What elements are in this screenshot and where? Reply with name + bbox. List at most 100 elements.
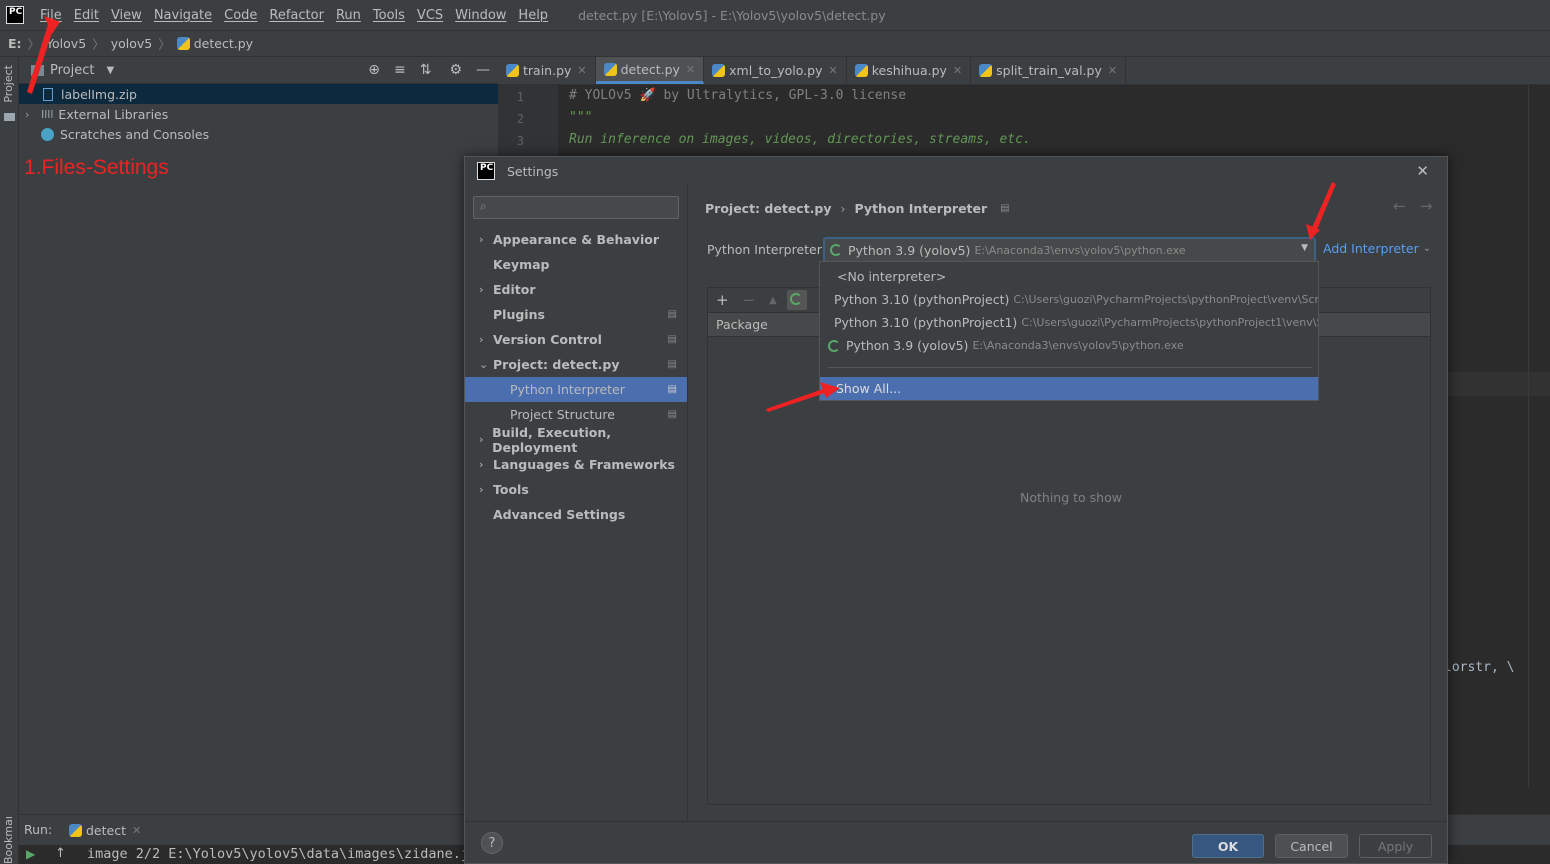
sidebar-item-appearance[interactable]: › Appearance & Behavior	[465, 227, 687, 252]
project-scope-icon: ▤	[667, 409, 677, 420]
tree-item-label: Scratches and Consoles	[60, 126, 210, 142]
close-icon[interactable]: ✕	[953, 64, 962, 77]
sidebar-item-project-structure[interactable]: Project Structure ▤	[465, 402, 687, 427]
menu-code[interactable]: Code	[224, 8, 257, 23]
dialog-footer: ? OK Cancel Apply	[465, 821, 1447, 863]
code-line-partial[interactable]: lorstr, \	[1444, 660, 1514, 675]
close-icon[interactable]: ✕	[686, 63, 695, 76]
chevron-down-icon[interactable]: ▼	[106, 65, 114, 76]
option-path: C:\Users\guozi\PycharmProjects\pythonPro…	[1021, 316, 1318, 329]
menu-help[interactable]: Help	[518, 8, 548, 23]
sidebar-item-editor[interactable]: › Editor	[465, 277, 687, 302]
option-path: C:\Users\guozi\PycharmProjects\pythonPro…	[1013, 293, 1318, 306]
menu-refactor[interactable]: Refactor	[269, 8, 324, 23]
close-icon[interactable]: ✕	[1416, 162, 1429, 180]
chevron-right-icon: ›	[479, 483, 484, 496]
code-line-comment[interactable]: # YOLOv5 🚀 by Ultralytics, GPL-3.0 licen…	[569, 88, 906, 103]
locate-icon[interactable]: ⊕	[368, 62, 380, 78]
tab-xml-to-yolo[interactable]: xml_to_yolo.py ✕	[704, 57, 847, 84]
close-icon[interactable]: ✕	[1108, 64, 1117, 77]
folder-icon[interactable]	[4, 113, 15, 121]
interpreter-label: Python Interpreter:	[707, 242, 826, 257]
upgrade-icon[interactable]: ▲	[769, 295, 777, 306]
close-icon[interactable]: ✕	[132, 824, 141, 837]
project-tool-button[interactable]: Project	[2, 65, 15, 103]
pycharm-logo-icon: PC	[477, 162, 495, 180]
minimize-icon[interactable]: —	[476, 62, 490, 78]
menu-edit[interactable]: Edit	[74, 8, 99, 23]
code-line-docstring[interactable]: """	[569, 110, 592, 125]
sidebar-item-project[interactable]: ⌄ Project: detect.py ▤	[465, 352, 687, 377]
scroll-up-icon[interactable]: ↑	[55, 846, 66, 861]
tab-keshihua[interactable]: keshihua.py ✕	[847, 57, 972, 84]
chevron-right-icon: ›	[840, 201, 846, 216]
sidebar-item-keymap[interactable]: Keymap	[465, 252, 687, 277]
interpreter-select[interactable]: Python 3.9 (yolov5) E:\Anaconda3\envs\yo…	[823, 237, 1316, 263]
option-label: <No interpreter>	[837, 269, 947, 284]
minus-icon[interactable]: −	[743, 291, 756, 309]
close-icon[interactable]: ✕	[577, 64, 586, 77]
sidebar-item-build[interactable]: › Build, Execution, Deployment	[465, 425, 687, 455]
add-interpreter-link[interactable]: Add Interpreter ⌄	[1323, 241, 1431, 256]
tree-item-external-libraries[interactable]: › Illl External Libraries	[19, 104, 498, 124]
code-line-docstring[interactable]: Run inference on images, videos, directo…	[569, 132, 1031, 147]
sidebar-item-languages[interactable]: › Languages & Frameworks	[465, 452, 687, 477]
line-number: 3	[516, 134, 524, 148]
rerun-icon[interactable]: ▶	[26, 847, 35, 861]
breadcrumb-separator: 〉	[158, 37, 171, 52]
forward-arrow-icon[interactable]: →	[1420, 197, 1433, 215]
ok-button[interactable]: OK	[1192, 834, 1264, 858]
tab-train[interactable]: train.py ✕	[498, 57, 596, 84]
conda-env-icon	[828, 339, 840, 352]
settings-search-input[interactable]: ⌕	[473, 196, 679, 219]
bookmarks-tool-button[interactable]: Bookmarks	[2, 817, 15, 864]
tab-split-train-val[interactable]: split_train_val.py ✕	[971, 57, 1127, 84]
line-number: 2	[516, 112, 524, 126]
gear-icon[interactable]: ⚙	[449, 62, 462, 78]
breadcrumb-file[interactable]: detect.py	[194, 36, 253, 51]
breadcrumb-parent[interactable]: Project: detect.py	[705, 201, 832, 216]
run-tab-detect[interactable]: detect ✕	[69, 820, 141, 840]
option-python39-yolov5[interactable]: Python 3.9 (yolov5) E:\Anaconda3\envs\yo…	[820, 334, 1318, 357]
tree-item-labelimg[interactable]: labelImg.zip	[19, 84, 498, 104]
sidebar-item-advanced[interactable]: Advanced Settings	[465, 502, 687, 527]
tab-label: keshihua.py	[871, 63, 947, 78]
menu-vcs[interactable]: VCS	[417, 8, 443, 23]
sidebar-item-version-control[interactable]: › Version Control ▤	[465, 327, 687, 352]
menu-navigate[interactable]: Navigate	[154, 8, 212, 23]
help-button[interactable]: ?	[481, 832, 503, 854]
sidebar-item-tools[interactable]: › Tools	[465, 477, 687, 502]
chevron-right-icon[interactable]: ›	[25, 108, 41, 121]
tab-detect[interactable]: detect.py ✕	[595, 57, 705, 84]
apply-button[interactable]: Apply	[1359, 834, 1432, 858]
sidebar-item-plugins[interactable]: Plugins ▤	[465, 302, 687, 327]
plus-icon[interactable]: +	[716, 291, 729, 309]
tree-item-label: labelImg.zip	[61, 86, 137, 102]
collapse-all-icon[interactable]: ⇅	[420, 62, 432, 78]
option-python310-pythonproject[interactable]: Python 3.10 (pythonProject) C:\Users\guo…	[820, 288, 1318, 311]
python-file-icon	[979, 64, 993, 77]
close-icon[interactable]: ✕	[829, 64, 838, 77]
option-python310-pythonproject1[interactable]: Python 3.10 (pythonProject1) C:\Users\gu…	[820, 311, 1318, 334]
menu-view[interactable]: View	[111, 8, 142, 23]
option-no-interpreter[interactable]: <No interpreter>	[820, 265, 1318, 288]
column-package[interactable]: Package	[716, 317, 768, 332]
sidebar-item-python-interpreter[interactable]: Python Interpreter ▤	[465, 377, 687, 402]
run-label: Run:	[24, 822, 53, 837]
option-show-all[interactable]: Show All...	[820, 377, 1318, 400]
expand-all-icon[interactable]: ≡	[394, 62, 406, 78]
chevron-right-icon: ›	[479, 283, 484, 296]
cancel-button[interactable]: Cancel	[1275, 834, 1348, 858]
back-arrow-icon[interactable]: ←	[1393, 197, 1406, 215]
tree-item-scratches[interactable]: Scratches and Consoles	[19, 124, 498, 144]
python-file-icon	[603, 62, 617, 76]
menu-run[interactable]: Run	[336, 8, 361, 23]
menu-tools[interactable]: Tools	[373, 8, 405, 23]
refresh-icon[interactable]	[786, 290, 807, 310]
python-file-icon	[854, 64, 868, 77]
settings-breadcrumb: Project: detect.py › Python Interpreter …	[705, 201, 1010, 216]
menu-window[interactable]: Window	[455, 8, 506, 23]
breadcrumb-yolov5[interactable]: yolov5	[111, 36, 153, 51]
chevron-down-icon[interactable]: ▼	[1301, 243, 1308, 253]
sidebar-item-label: Advanced Settings	[493, 507, 626, 522]
